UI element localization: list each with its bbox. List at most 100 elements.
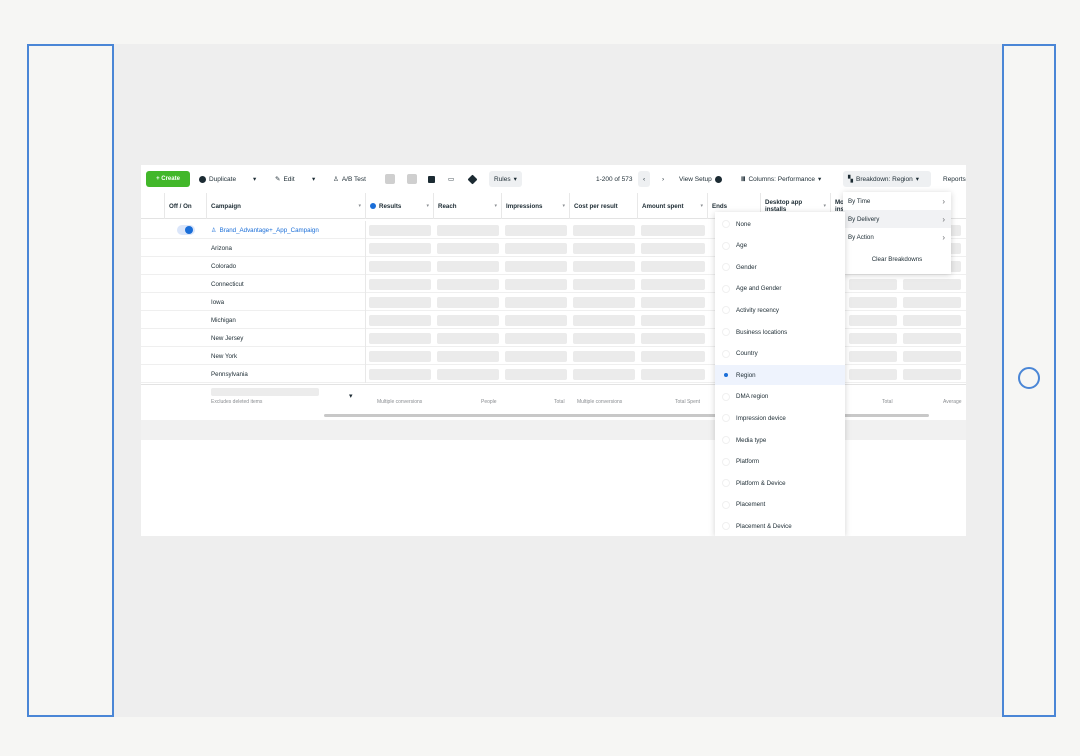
pagination-text: 1-200 of 573 — [596, 175, 633, 183]
by-time-label: By Time — [848, 197, 871, 205]
breakdown-button[interactable]: ▚ Breakdown: Region ▾ — [843, 171, 931, 187]
preview-button[interactable]: ▭ — [448, 171, 454, 187]
col-amount-spent[interactable]: Amount spent ▾ — [638, 193, 708, 219]
radio-icon — [722, 479, 730, 488]
edit-label: Edit — [283, 175, 295, 183]
campaign-toggle[interactable] — [177, 225, 195, 235]
preview-icon: ▭ — [448, 176, 455, 183]
loading-placeholder — [505, 315, 567, 326]
by-delivery-label: By Delivery — [848, 215, 880, 223]
undo-icon — [407, 174, 417, 184]
summary-spent: Total Spent — [675, 399, 701, 405]
col-reach-label: Reach — [438, 202, 457, 210]
delivery-option[interactable]: None — [715, 214, 845, 234]
duplicate-dropdown[interactable]: ▾ — [253, 171, 256, 187]
col-impressions[interactable]: Impressions ▾ — [502, 193, 570, 219]
loading-placeholder — [903, 315, 961, 326]
sort-icon: ▾ — [494, 203, 497, 209]
loading-placeholder — [903, 279, 961, 290]
select-all-cell[interactable] — [141, 193, 165, 219]
delivery-option-label: Activity recency — [736, 306, 779, 314]
caret-down-icon: ▾ — [817, 176, 822, 183]
loading-placeholder — [505, 351, 567, 362]
delivery-option[interactable]: Media type — [715, 430, 845, 450]
loading-placeholder — [849, 369, 897, 380]
columns-button[interactable]: Ⅲ Columns: Performance ▾ — [741, 171, 821, 187]
sort-icon: ▾ — [358, 203, 361, 209]
lock-button[interactable] — [428, 171, 435, 187]
ab-test-button[interactable]: ♙ A/B Test — [333, 171, 366, 187]
delivery-option[interactable]: Impression device — [715, 408, 845, 428]
loading-placeholder — [641, 351, 705, 362]
scroll-handle[interactable] — [1018, 367, 1040, 389]
breakdown-by-action[interactable]: By Action › — [843, 228, 951, 246]
tag-button[interactable] — [467, 171, 478, 187]
delivery-option[interactable]: Age — [715, 236, 845, 256]
loading-placeholder — [573, 279, 635, 290]
delivery-option[interactable]: Placement & Device — [715, 516, 845, 536]
delete-button[interactable] — [385, 171, 395, 187]
edit-button[interactable]: ✎ Edit — [275, 171, 295, 187]
create-button[interactable]: + Create — [146, 171, 190, 187]
undo-button[interactable] — [407, 171, 417, 187]
view-setup-toggle[interactable]: View Setup — [679, 171, 722, 187]
radio-icon — [722, 349, 730, 358]
loading-placeholder — [437, 243, 499, 254]
delivery-option-label: DMA region — [736, 393, 769, 401]
campaign-name-cell: Connecticut — [211, 275, 366, 293]
delivery-option[interactable]: DMA region — [715, 387, 845, 407]
clear-breakdowns-button[interactable]: Clear Breakdowns — [843, 252, 951, 266]
delivery-option-label: Placement — [736, 501, 766, 509]
loading-placeholder — [369, 315, 431, 326]
loading-placeholder — [641, 315, 705, 326]
col-campaign[interactable]: Campaign ▾ — [207, 193, 366, 219]
col-cost-label: Cost per result — [574, 202, 618, 210]
delivery-option[interactable]: Age and Gender — [715, 279, 845, 299]
col-off-on: Off / On — [165, 193, 207, 219]
sort-icon: ▾ — [562, 203, 565, 209]
col-results[interactable]: Results ▾ — [366, 193, 434, 219]
region-name: Michigan — [211, 316, 236, 324]
loading-placeholder — [505, 369, 567, 380]
delivery-option[interactable]: Country — [715, 344, 845, 364]
loading-placeholder — [573, 297, 635, 308]
delivery-option[interactable]: Gender — [715, 257, 845, 277]
loading-placeholder — [437, 279, 499, 290]
col-ends-label: Ends — [712, 202, 728, 210]
loading-placeholder — [369, 279, 431, 290]
loading-placeholder — [641, 369, 705, 380]
loading-placeholder — [369, 297, 431, 308]
columns-icon: Ⅲ — [741, 176, 746, 183]
col-results-label: Results — [379, 202, 402, 210]
delivery-option[interactable]: Platform & Device — [715, 473, 845, 493]
radio-icon — [722, 306, 730, 315]
region-name: New York — [211, 352, 238, 360]
col-reach[interactable]: Reach ▾ — [434, 193, 502, 219]
prev-page-button[interactable]: ‹ — [638, 171, 651, 187]
edit-dropdown[interactable]: ▾ — [312, 171, 315, 187]
summary-reach: People — [481, 399, 497, 405]
breakdown-by-time[interactable]: By Time › — [843, 192, 951, 210]
delivery-option[interactable]: Activity recency — [715, 300, 845, 320]
delivery-option[interactable]: Business locations — [715, 322, 845, 342]
sort-icon: ▾ — [426, 203, 429, 209]
col-cost-per-result[interactable]: Cost per result — [570, 193, 638, 219]
next-page-button[interactable]: › — [662, 171, 664, 187]
duplicate-button[interactable]: Duplicate — [199, 171, 236, 187]
summary-caret-icon[interactable]: ▾ — [349, 392, 353, 400]
breakdown-by-delivery[interactable]: By Delivery › — [843, 210, 951, 228]
rules-button[interactable]: Rules ▾ — [489, 171, 522, 187]
columns-label: Columns: Performance — [748, 175, 815, 183]
toolbar: + Create Duplicate ▾ ✎ Edit ▾ ♙ A/B Test… — [141, 165, 966, 193]
campaign-name-cell: New York — [211, 347, 366, 365]
delivery-option[interactable]: Platform — [715, 452, 845, 472]
loading-placeholder — [849, 333, 897, 344]
delivery-option[interactable]: Placement — [715, 495, 845, 515]
loading-placeholder — [437, 315, 499, 326]
campaign-name-link[interactable]: Brand_Advantage+_App_Campaign — [220, 227, 319, 234]
loading-placeholder — [437, 351, 499, 362]
delivery-options-menu: None Age Gender Age and Gender Activity rece… — [715, 212, 845, 536]
reports-button[interactable]: Reports — [943, 171, 966, 187]
campaign-name-cell[interactable]: ♙ Brand_Advantage+_App_Campaign — [211, 221, 366, 239]
delivery-option[interactable]: Region — [715, 365, 845, 386]
